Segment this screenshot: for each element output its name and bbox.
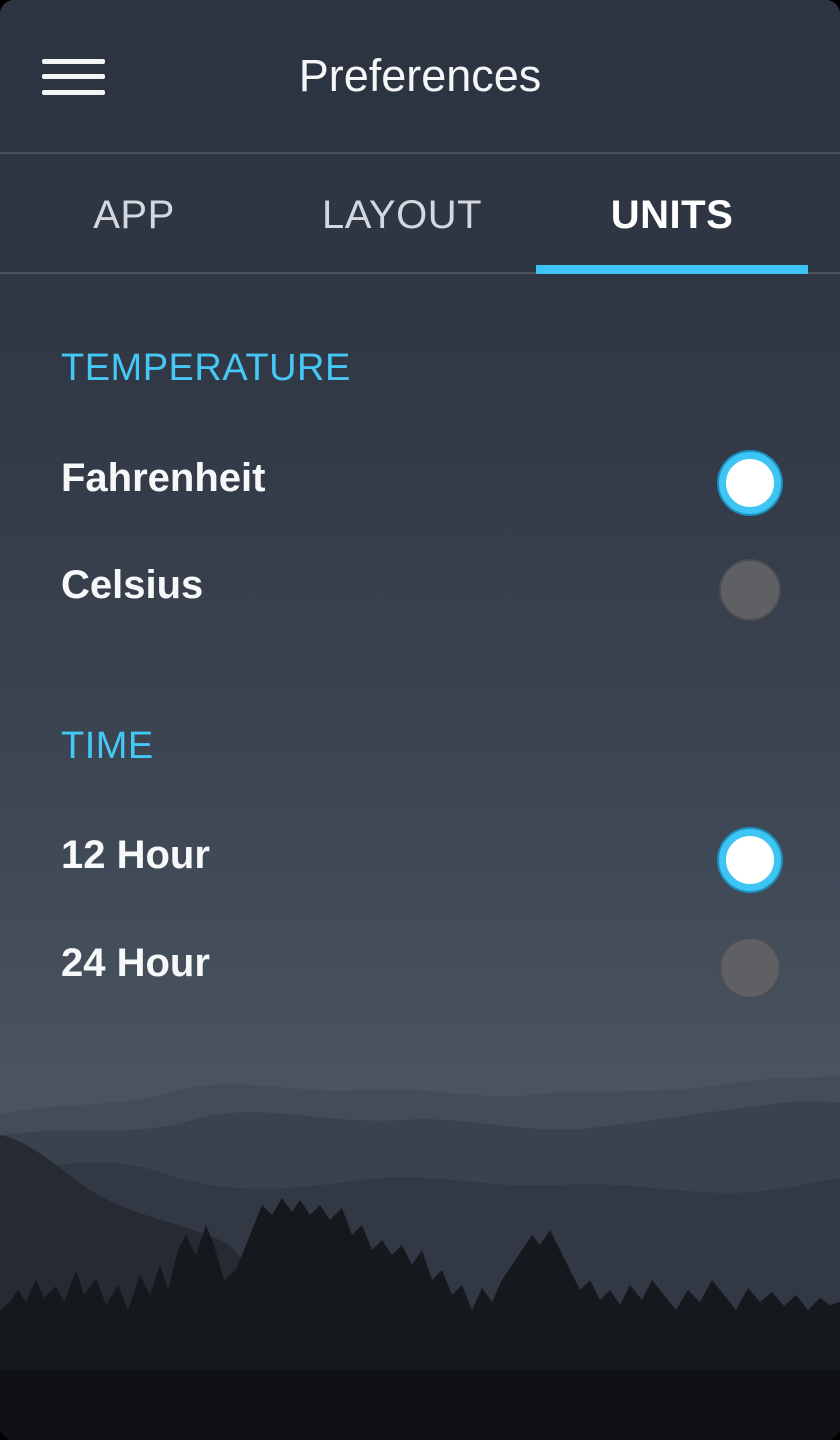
- active-tab-indicator: [536, 265, 808, 274]
- option-12-hour[interactable]: 12 Hour: [0, 817, 840, 903]
- mountain-forest-background: [0, 1075, 840, 1440]
- option-celsius[interactable]: Celsius: [0, 547, 840, 633]
- preferences-window: Preferences APP LAYOUT UNITS TEMPERATURE…: [0, 0, 840, 1440]
- tab-units[interactable]: UNITS: [536, 156, 808, 274]
- tab-layout[interactable]: LAYOUT: [268, 156, 536, 274]
- section-title-time: TIME: [61, 725, 154, 767]
- option-24-hour[interactable]: 24 Hour: [0, 925, 840, 1011]
- radio-unselected-icon[interactable]: [719, 937, 781, 999]
- radio-unselected-icon[interactable]: [719, 559, 781, 621]
- option-label: Fahrenheit: [61, 456, 266, 500]
- tab-app[interactable]: APP: [0, 156, 268, 274]
- tab-bar: APP LAYOUT UNITS: [0, 156, 840, 274]
- radio-selected-icon[interactable]: [719, 829, 781, 891]
- option-fahrenheit[interactable]: Fahrenheit: [0, 440, 840, 526]
- page-title: Preferences: [298, 50, 542, 101]
- header-bar: Preferences: [0, 0, 840, 154]
- option-label: 12 Hour: [61, 833, 210, 877]
- option-label: Celsius: [61, 563, 204, 607]
- option-label: 24 Hour: [61, 941, 210, 985]
- section-title-temperature: TEMPERATURE: [61, 347, 351, 389]
- radio-selected-icon[interactable]: [719, 452, 781, 514]
